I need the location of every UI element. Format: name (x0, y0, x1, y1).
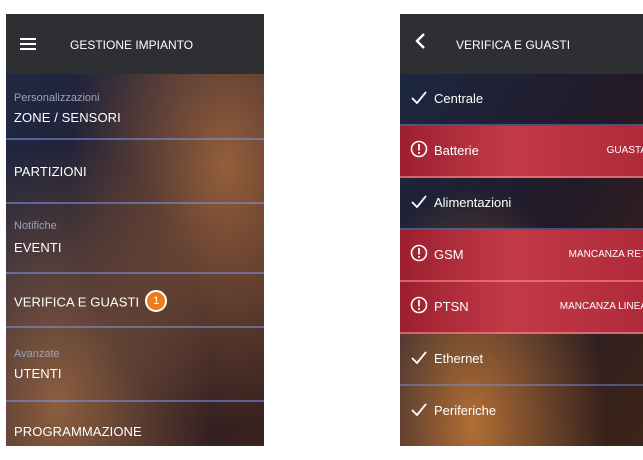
menu-item-label: ZONE / SENSORI (14, 110, 121, 125)
left-screen: GESTIONE IMPIANTO Personalizzazioni ZONE… (6, 14, 264, 446)
check-label: Alimentazioni (434, 195, 512, 210)
back-chevron-icon[interactable] (412, 32, 430, 50)
check-label: Batterie (434, 143, 479, 158)
menu-item-sublabel: Notifiche (14, 220, 57, 232)
menu-item-sublabel: Personalizzazioni (14, 92, 100, 104)
top-bar: VERIFICA E GUASTI (400, 14, 643, 74)
check-row-centrale[interactable]: Centrale (400, 74, 643, 126)
check-row-periferiche[interactable]: Periferiche (400, 386, 643, 436)
header-title: VERIFICA E GUASTI (456, 38, 571, 52)
menu-item-zone-sensori[interactable]: Personalizzazioni ZONE / SENSORI (6, 74, 264, 140)
menu-item-partizioni[interactable]: PARTIZIONI (6, 140, 264, 204)
menu-item-label: EVENTI (14, 240, 62, 255)
menu-item-verifica-e-guasti[interactable]: VERIFICA E GUASTI 1 (6, 274, 264, 328)
menu-item-label: VERIFICA E GUASTI (14, 294, 140, 310)
check-label: Periferiche (434, 403, 497, 418)
check-row-alimentazioni[interactable]: Alimentazioni (400, 178, 643, 230)
warning-circle-icon (410, 296, 428, 314)
warning-circle-icon (410, 244, 428, 262)
top-bar: GESTIONE IMPIANTO (6, 14, 264, 74)
check-label: Ethernet (434, 351, 484, 366)
menu-item-label-wrap: VERIFICA E GUASTI 1 (14, 290, 168, 314)
menu-item-eventi[interactable]: Notifiche EVENTI (6, 204, 264, 274)
checkmark-icon (411, 195, 427, 209)
menu-item-utenti[interactable]: Avanzate UTENTI (6, 328, 264, 402)
menu-item-sublabel: Avanzate (14, 348, 60, 360)
warning-circle-icon (410, 140, 428, 158)
checkmark-icon (411, 403, 427, 417)
check-row-batterie[interactable]: Batterie GUASTA (400, 126, 643, 178)
fault-status: MANCANZA LINEA (559, 301, 643, 312)
right-screen: VERIFICA E GUASTI Centrale Batterie GUAS… (400, 14, 643, 446)
check-row-ethernet[interactable]: Ethernet (400, 334, 643, 386)
checkmark-icon (411, 91, 427, 105)
check-label: Centrale (434, 91, 484, 106)
callout-badge: 1 (145, 290, 168, 312)
hamburger-menu-icon[interactable] (20, 38, 36, 50)
fault-status: MANCANZA RET (568, 249, 643, 260)
check-label: PTSN (434, 299, 469, 314)
check-row-ptsn[interactable]: PTSN MANCANZA LINEA (400, 282, 643, 334)
menu-item-label: UTENTI (14, 366, 62, 381)
check-label: GSM (434, 247, 464, 262)
checkmark-icon (411, 351, 427, 365)
fault-status: GUASTA (606, 145, 643, 156)
header-title: GESTIONE IMPIANTO (70, 38, 194, 52)
menu-item-programmazione[interactable]: PROGRAMMAZIONE (6, 402, 264, 446)
menu-item-label: PROGRAMMAZIONE (14, 424, 142, 439)
menu-item-label: PARTIZIONI (14, 164, 87, 179)
check-row-gsm[interactable]: GSM MANCANZA RET (400, 230, 643, 282)
